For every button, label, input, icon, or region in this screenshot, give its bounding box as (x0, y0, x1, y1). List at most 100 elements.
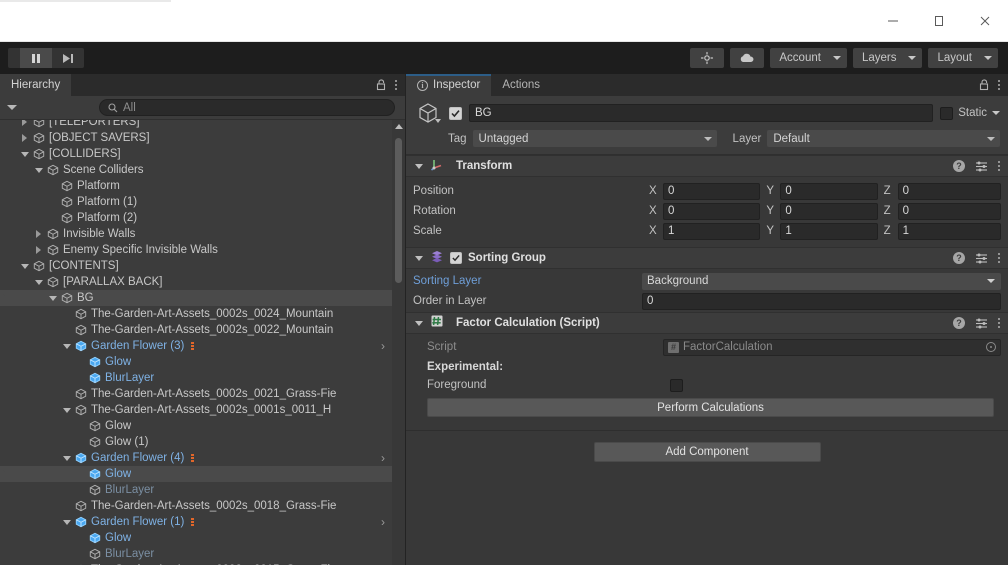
chevron-down-icon[interactable] (992, 111, 1000, 115)
hierarchy-row[interactable]: Glow (0, 466, 393, 482)
preset-icon[interactable] (975, 317, 988, 329)
hierarchy-scrollbar[interactable] (392, 120, 405, 565)
sorting-group-component-header[interactable]: Sorting Group ? (406, 247, 1008, 269)
search-input[interactable]: All (99, 99, 395, 116)
layer-dropdown[interactable]: Default (767, 130, 1000, 147)
tree-open-twisty-icon[interactable] (60, 407, 73, 413)
transform-position-y-input[interactable]: 0 (780, 182, 878, 200)
inspector-menu-icon[interactable] (998, 80, 1000, 90)
prefab-open-chevron-icon[interactable]: › (381, 452, 385, 464)
tree-open-twisty-icon[interactable] (60, 343, 73, 349)
hierarchy-create-dropdown-icon[interactable] (7, 105, 17, 110)
help-icon[interactable]: ? (953, 317, 965, 329)
tab-hierarchy[interactable]: Hierarchy (0, 74, 72, 96)
add-component-button[interactable]: Add Component (593, 442, 821, 462)
transform-scale-y-input[interactable]: 1 (780, 222, 878, 240)
hierarchy-row[interactable]: BlurLayer (0, 546, 393, 562)
transform-scale-z-input[interactable]: 1 (897, 222, 1001, 240)
hierarchy-row[interactable]: Scene Colliders (0, 162, 393, 178)
hierarchy-row[interactable]: Glow (1) (0, 434, 393, 450)
cloud-icon[interactable] (730, 48, 765, 68)
hierarchy-row[interactable]: The-Garden-Art-Assets_0002s_0021_Grass-F… (0, 386, 393, 402)
tab-actions[interactable]: Actions (491, 74, 551, 96)
factor-calculation-foldout-icon[interactable] (413, 320, 424, 326)
scrollbar-thumb[interactable] (395, 138, 402, 283)
factor-calculation-menu-icon[interactable] (998, 318, 1000, 328)
play-button[interactable] (8, 48, 20, 68)
maximize-icon[interactable] (916, 0, 962, 42)
layout-dropdown[interactable]: Layout (928, 48, 998, 68)
light-settings-icon[interactable] (690, 48, 725, 68)
lock-icon[interactable] (979, 79, 990, 91)
transform-menu-icon[interactable] (998, 161, 1000, 171)
sorting-group-enabled-checkbox[interactable] (450, 252, 462, 264)
hierarchy-row[interactable]: Platform (0, 178, 393, 194)
foreground-checkbox[interactable] (670, 378, 683, 392)
lock-icon[interactable] (376, 79, 387, 91)
hierarchy-row[interactable]: The-Garden-Art-Assets_0002s_0001s_0011_H (0, 402, 393, 418)
perform-calculations-button[interactable]: Perform Calculations (427, 398, 994, 417)
hierarchy-row[interactable]: [COLLIDERS] (0, 146, 393, 162)
hierarchy-row[interactable]: Garden Flower (1) › (0, 514, 393, 530)
hierarchy-row[interactable]: The-Garden-Art-Assets_0002s_0022_Mountai… (0, 322, 393, 338)
hierarchy-row[interactable]: Glow (0, 418, 393, 434)
transform-position-z-input[interactable]: 0 (897, 182, 1001, 200)
preset-icon[interactable] (975, 160, 988, 172)
pause-button[interactable] (20, 48, 52, 68)
tree-closed-twisty-icon[interactable] (32, 230, 45, 238)
hierarchy-row[interactable]: Enemy Specific Invisible Walls (0, 242, 393, 258)
tree-open-twisty-icon[interactable] (60, 519, 73, 525)
tree-closed-twisty-icon[interactable] (18, 120, 31, 126)
tree-open-twisty-icon[interactable] (32, 167, 45, 173)
factor-calculation-component-header[interactable]: Factor Calculation (Script) ? (406, 312, 1008, 334)
hierarchy-row[interactable]: [PARALLAX BACK] (0, 274, 393, 290)
sorting-group-menu-icon[interactable] (998, 253, 1000, 263)
tree-open-twisty-icon[interactable] (32, 279, 45, 285)
help-icon[interactable]: ? (953, 252, 965, 264)
order-in-layer-input[interactable]: 0 (642, 292, 1001, 310)
preset-icon[interactable] (975, 252, 988, 264)
transform-rotation-z-input[interactable]: 0 (897, 202, 1001, 220)
hierarchy-row[interactable]: BG (0, 290, 393, 306)
hierarchy-row[interactable]: Glow (0, 530, 393, 546)
tree-open-twisty-icon[interactable] (18, 151, 31, 157)
hierarchy-row[interactable]: Garden Flower (4) › (0, 450, 393, 466)
hierarchy-row[interactable]: BlurLayer (0, 482, 393, 498)
sorting-layer-dropdown[interactable]: Background (642, 272, 1001, 290)
hierarchy-row[interactable]: [CONTENTS] (0, 258, 393, 274)
tree-open-twisty-icon[interactable] (60, 455, 73, 461)
hierarchy-row[interactable]: [OBJECT SAVERS] (0, 130, 393, 146)
hierarchy-row[interactable]: [TELEPORTERS] (0, 120, 393, 130)
scroll-up-arrow-icon[interactable] (394, 124, 403, 129)
hierarchy-row[interactable]: The-Garden-Art-Assets_0002s_0024_Mountai… (0, 306, 393, 322)
minimize-icon[interactable] (870, 0, 916, 42)
hierarchy-row[interactable]: Platform (1) (0, 194, 393, 210)
account-dropdown[interactable]: Account (770, 48, 847, 68)
tag-dropdown[interactable]: Untagged (472, 130, 717, 147)
prefab-open-chevron-icon[interactable]: › (381, 340, 385, 352)
gameobject-name-input[interactable]: BG (469, 104, 934, 122)
help-icon[interactable]: ? (953, 160, 965, 172)
tab-inspector[interactable]: i Inspector (406, 74, 492, 96)
sorting-group-foldout-icon[interactable] (413, 255, 424, 261)
script-object-field[interactable]: # FactorCalculation (663, 338, 1001, 356)
transform-foldout-icon[interactable] (413, 163, 424, 169)
hierarchy-row[interactable]: Garden Flower (3) › (0, 338, 393, 354)
transform-component-header[interactable]: Transform ? (406, 155, 1008, 177)
transform-rotation-x-input[interactable]: 0 (663, 202, 761, 220)
step-button[interactable] (52, 48, 84, 68)
hierarchy-row[interactable]: Glow (0, 354, 393, 370)
close-icon[interactable] (962, 0, 1008, 42)
gameobject-enabled-checkbox[interactable] (449, 106, 462, 120)
tree-closed-twisty-icon[interactable] (32, 246, 45, 254)
hierarchy-row[interactable]: Invisible Walls (0, 226, 393, 242)
hierarchy-tree[interactable]: [TELEPORTERS] [OBJECT SAVERS] [COLLIDERS] S… (0, 120, 405, 565)
tree-closed-twisty-icon[interactable] (18, 134, 31, 142)
object-picker-icon[interactable] (986, 342, 996, 352)
transform-position-x-input[interactable]: 0 (663, 182, 761, 200)
hierarchy-row[interactable]: BlurLayer (0, 370, 393, 386)
transform-scale-x-input[interactable]: 1 (663, 222, 761, 240)
tree-open-twisty-icon[interactable] (18, 263, 31, 269)
hierarchy-menu-icon[interactable] (395, 80, 397, 90)
hierarchy-row[interactable]: Platform (2) (0, 210, 393, 226)
